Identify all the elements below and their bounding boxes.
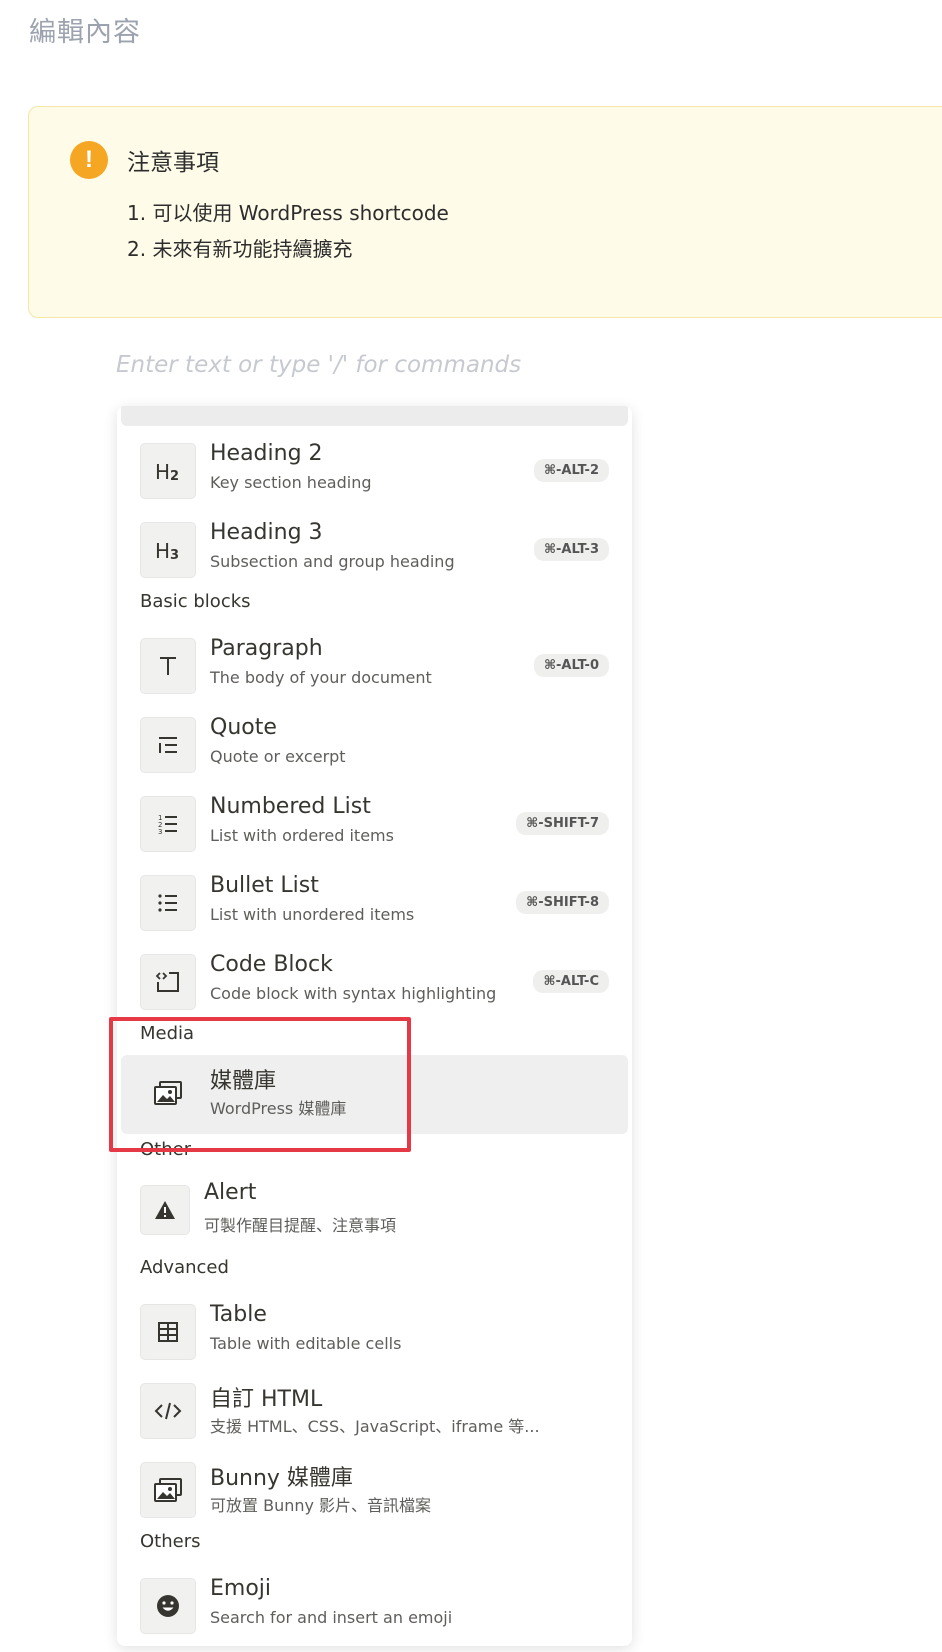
menu-item-emoji[interactable]: Emoji Search for and insert an emoji	[121, 1568, 628, 1646]
section-label-advanced: Advanced	[140, 1257, 229, 1278]
heading-2-icon: H2	[140, 443, 196, 499]
notice-item: 2. 未來有新功能持續擴充	[127, 237, 353, 261]
quote-icon	[140, 717, 196, 773]
item-title: 自訂 HTML	[210, 1387, 323, 1412]
item-description: Code block with syntax highlighting	[210, 984, 497, 1003]
item-description: Table with editable cells	[210, 1334, 402, 1353]
slash-command-menu: H2 Heading 2 Key section heading ⌘-ALT-2…	[117, 406, 632, 1646]
notice-title: 注意事項	[127, 150, 219, 176]
menu-item-code-block[interactable]: Code Block Code block with syntax highli…	[121, 944, 628, 1023]
menu-item-media-library[interactable]: 媒體庫 WordPress 媒體庫	[121, 1055, 628, 1134]
item-description: WordPress 媒體庫	[210, 1099, 347, 1118]
previous-item-partial[interactable]	[121, 406, 628, 426]
item-title: Heading 3	[210, 520, 323, 545]
heading-3-icon: H3	[140, 522, 196, 578]
menu-item-paragraph[interactable]: Paragraph The body of your document ⌘-AL…	[121, 628, 628, 707]
svg-text:3: 3	[158, 828, 162, 836]
svg-text:H: H	[155, 539, 170, 562]
item-description: 支援 HTML、CSS、JavaScript、iframe 等...	[210, 1417, 540, 1436]
alert-icon	[140, 1185, 190, 1235]
code-block-icon	[140, 954, 196, 1010]
numbered-list-icon: 123	[140, 796, 196, 852]
menu-item-bullet-list[interactable]: Bullet List List with unordered items ⌘-…	[121, 865, 628, 944]
section-label-media: Media	[140, 1023, 195, 1044]
exclamation-icon: !	[70, 141, 108, 179]
svg-text:3: 3	[170, 548, 179, 562]
bunny-media-icon	[140, 1462, 196, 1518]
media-library-icon	[140, 1065, 196, 1121]
item-title: Quote	[210, 715, 277, 740]
item-description: List with unordered items	[210, 905, 415, 924]
menu-item-quote[interactable]: Quote Quote or excerpt	[121, 707, 628, 786]
menu-item-alert[interactable]: Alert 可製作醒目提醒、注意事項	[121, 1172, 628, 1251]
bullet-list-icon	[140, 875, 196, 931]
svg-text:2: 2	[170, 469, 179, 483]
section-label-others: Others	[140, 1531, 201, 1552]
section-label-basic: Basic blocks	[140, 591, 251, 612]
item-description: Key section heading	[210, 473, 372, 492]
item-title: Bullet List	[210, 873, 319, 898]
menu-item-custom-html[interactable]: 自訂 HTML 支援 HTML、CSS、JavaScript、iframe 等.…	[121, 1373, 628, 1452]
notice-item: 1. 可以使用 WordPress shortcode	[127, 201, 449, 225]
page-title: 編輯內容	[29, 17, 141, 48]
notice-list: 1. 可以使用 WordPress shortcode 2. 未來有新功能持續擴…	[127, 195, 449, 267]
item-title: Numbered List	[210, 794, 371, 819]
shortcut-badge: ⌘-ALT-3	[533, 538, 609, 561]
emoji-icon	[140, 1578, 196, 1634]
item-title: Paragraph	[210, 636, 323, 661]
section-label-other: Other	[140, 1139, 192, 1157]
shortcut-badge: ⌘-ALT-C	[533, 970, 609, 993]
item-title: Code Block	[210, 952, 333, 977]
shortcut-badge: ⌘-ALT-2	[533, 459, 609, 482]
item-title: Table	[210, 1302, 267, 1327]
shortcut-badge: ⌘-SHIFT-8	[516, 891, 609, 914]
shortcut-badge: ⌘-ALT-0	[533, 654, 609, 677]
item-title: 媒體庫	[210, 1069, 277, 1094]
text-icon	[140, 638, 196, 694]
item-description: Search for and insert an emoji	[210, 1608, 453, 1627]
item-description: 可放置 Bunny 影片、音訊檔案	[210, 1496, 432, 1515]
shortcut-badge: ⌘-SHIFT-7	[516, 812, 609, 835]
table-icon	[140, 1304, 196, 1360]
menu-item-numbered-list[interactable]: 123 Numbered List List with ordered item…	[121, 786, 628, 865]
menu-item-heading-3[interactable]: H3 Heading 3 Subsection and group headin…	[121, 512, 628, 591]
item-description: 可製作醒目提醒、注意事項	[204, 1216, 397, 1235]
item-title: Heading 2	[210, 441, 323, 466]
item-title: Emoji	[210, 1576, 272, 1601]
item-title: Alert	[204, 1180, 257, 1205]
notice-alert: ! 注意事項 1. 可以使用 WordPress shortcode 2. 未來…	[28, 106, 942, 318]
item-description: List with ordered items	[210, 826, 394, 845]
item-title: Bunny 媒體庫	[210, 1466, 353, 1491]
svg-text:H: H	[155, 460, 170, 483]
menu-item-table[interactable]: Table Table with editable cells	[121, 1294, 628, 1373]
menu-item-bunny-media[interactable]: Bunny 媒體庫 可放置 Bunny 影片、音訊檔案	[121, 1452, 628, 1531]
item-description: The body of your document	[210, 668, 432, 687]
item-description: Quote or excerpt	[210, 747, 346, 766]
menu-item-heading-2[interactable]: H2 Heading 2 Key section heading ⌘-ALT-2	[121, 433, 628, 512]
html-code-icon	[140, 1383, 196, 1439]
editor-placeholder[interactable]: Enter text or type '/' for commands	[116, 352, 521, 378]
item-description: Subsection and group heading	[210, 552, 455, 571]
